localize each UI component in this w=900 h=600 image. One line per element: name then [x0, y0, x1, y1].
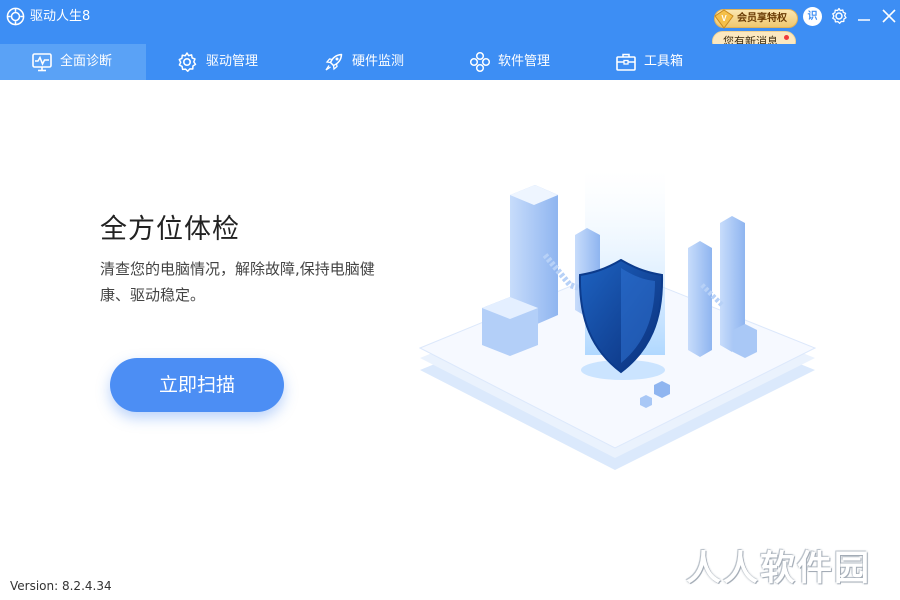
title-bar: 驱动人生8 V 会员享特权 您有新消息 识: [0, 0, 900, 52]
tab-label: 全面诊断: [60, 54, 113, 69]
watermark-text: 人人软件园: [686, 549, 872, 589]
tab-label: 软件管理: [498, 54, 551, 69]
start-scan-button[interactable]: 立即扫描: [110, 358, 284, 412]
svg-text:V: V: [721, 14, 727, 23]
gear-icon: [178, 52, 197, 72]
rocket-icon: [325, 53, 343, 71]
version-label: Version: 8.2.4.34: [10, 579, 112, 593]
vip-crown-icon: V: [714, 9, 734, 29]
main-nav: 全面诊断 驱动管理 硬件监测 软件管理 工具箱: [0, 44, 900, 80]
tab-toolbox[interactable]: 工具箱: [584, 44, 730, 80]
shield-city-illustration: [418, 170, 817, 470]
tab-driver-management[interactable]: 驱动管理: [146, 44, 292, 80]
tab-software-management[interactable]: 软件管理: [438, 44, 584, 80]
toolbox-icon: [616, 53, 636, 71]
app-title: 驱动人生8: [30, 9, 91, 24]
app-logo-icon: [6, 7, 25, 26]
vip-privilege-badge[interactable]: V 会员享特权: [714, 9, 798, 29]
notification-dot: [784, 35, 789, 40]
monitor-pulse-icon: [32, 53, 52, 72]
tab-label: 驱动管理: [206, 54, 259, 69]
user-avatar[interactable]: 识: [803, 7, 822, 26]
tab-label: 工具箱: [644, 54, 684, 69]
tab-hardware-monitor[interactable]: 硬件监测: [292, 44, 438, 80]
vip-label: 会员享特权: [737, 13, 787, 24]
apps-flower-icon: [469, 51, 491, 73]
minimize-icon[interactable]: [854, 6, 874, 26]
page-description: 清查您的电脑情况，解除故障,保持电脑健康、驱动稳定。: [100, 260, 375, 304]
tab-full-diagnosis[interactable]: 全面诊断: [0, 44, 146, 80]
page-title: 全方位体检: [100, 214, 240, 245]
settings-gear-icon[interactable]: [829, 6, 849, 26]
close-icon[interactable]: [879, 6, 899, 26]
tab-label: 硬件监测: [352, 54, 405, 69]
